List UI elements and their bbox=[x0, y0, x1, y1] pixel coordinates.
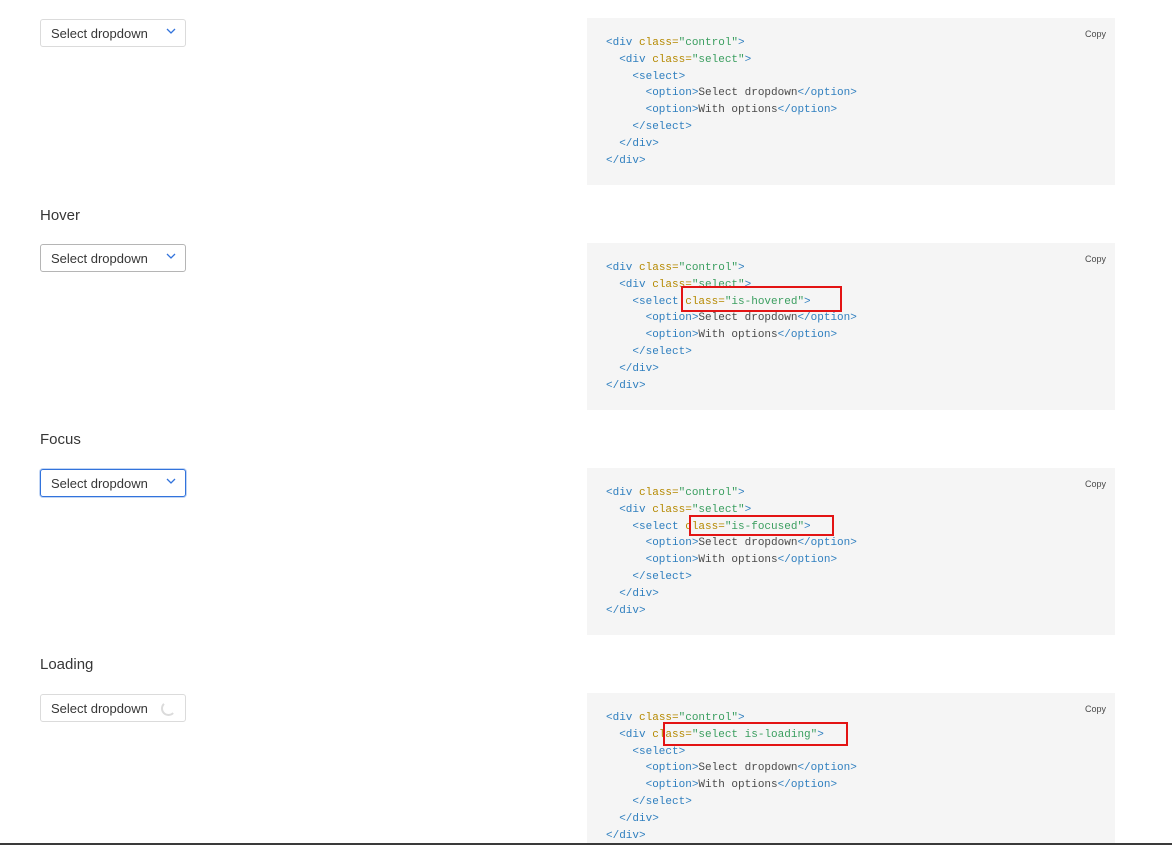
select-dropdown-default[interactable]: Select dropdown bbox=[40, 19, 186, 47]
code-block-default: Copy <div class="control"> <div class="s… bbox=[587, 18, 1115, 185]
code-block-hover: Copy <div class="control"> <div class="s… bbox=[587, 243, 1115, 410]
heading-focus: Focus bbox=[40, 431, 81, 448]
loading-spinner-icon bbox=[161, 701, 176, 716]
select-dropdown-loading[interactable]: Select dropdown bbox=[40, 694, 186, 722]
select-label: Select dropdown bbox=[51, 701, 148, 716]
highlight-box bbox=[689, 515, 834, 536]
heading-loading: Loading bbox=[40, 656, 94, 673]
chevron-down-icon bbox=[166, 478, 176, 484]
select-label: Select dropdown bbox=[51, 476, 148, 491]
code-block-loading: Copy <div class="control"> <div class="s… bbox=[587, 693, 1115, 843]
chevron-down-icon bbox=[166, 253, 176, 259]
code-block-focus: Copy <div class="control"> <div class="s… bbox=[587, 468, 1115, 635]
highlight-box bbox=[663, 722, 848, 746]
copy-button[interactable]: Copy bbox=[1085, 26, 1106, 43]
heading-hover: Hover bbox=[40, 207, 81, 224]
copy-button[interactable]: Copy bbox=[1085, 701, 1106, 718]
select-label: Select dropdown bbox=[51, 251, 148, 266]
copy-button[interactable]: Copy bbox=[1085, 251, 1106, 268]
chevron-down-icon bbox=[166, 28, 176, 34]
highlight-box bbox=[681, 286, 842, 312]
select-label: Select dropdown bbox=[51, 26, 148, 41]
select-dropdown-hover[interactable]: Select dropdown bbox=[40, 244, 186, 272]
copy-button[interactable]: Copy bbox=[1085, 476, 1106, 493]
select-dropdown-focus[interactable]: Select dropdown bbox=[40, 469, 186, 497]
